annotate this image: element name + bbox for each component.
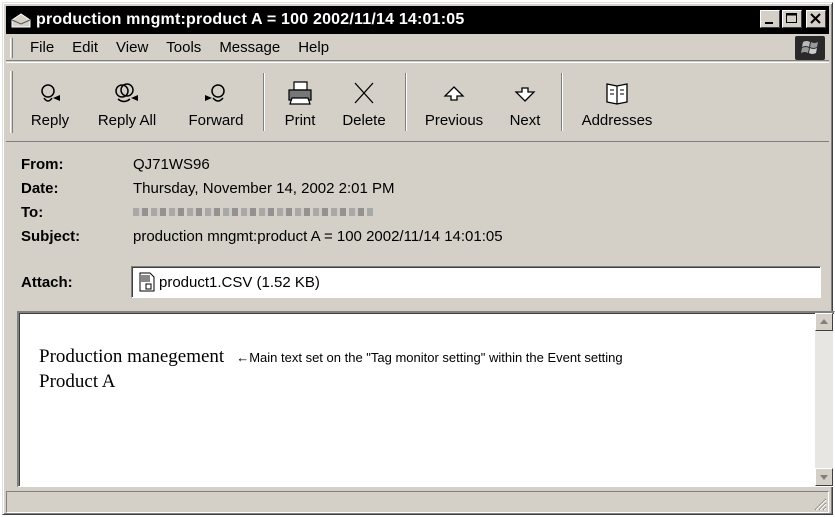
print-button[interactable]: Print — [271, 63, 329, 141]
body-line-1: Production manegement ←Main text set on t… — [39, 346, 623, 367]
toolbar-separator — [561, 73, 563, 131]
minimize-icon — [765, 22, 773, 24]
date-row: Date: Thursday, November 14, 2002 2:01 P… — [21, 177, 721, 199]
attachment-box[interactable]: product1.CSV (1.52 KB) — [131, 266, 821, 298]
delete-icon — [354, 82, 374, 104]
attachment-filename: product1.CSV (1.52 KB) — [159, 273, 320, 291]
subject-label: Subject: — [21, 227, 81, 245]
date-value: Thursday, November 14, 2002 2:01 PM — [133, 179, 395, 197]
next-button[interactable]: Next — [495, 63, 555, 141]
addresses-icon — [606, 83, 628, 105]
subject-row: Subject: production mngmt:product A = 10… — [21, 225, 721, 247]
subject-value: production mngmt:product A = 100 2002/11… — [133, 227, 503, 245]
next-icon — [514, 87, 536, 102]
menu-grip[interactable] — [10, 37, 13, 58]
to-row: To: — [21, 201, 721, 223]
menu-file[interactable]: File — [21, 39, 63, 56]
status-bar — [6, 491, 829, 513]
window-title: production mngmt:product A = 100 2002/11… — [36, 11, 465, 28]
status-pane — [6, 491, 829, 513]
windows-logo-icon — [795, 36, 825, 60]
title-bar[interactable]: production mngmt:product A = 100 2002/11… — [6, 6, 829, 34]
close-button[interactable] — [806, 10, 826, 28]
attachment-item[interactable]: product1.CSV (1.52 KB) — [138, 272, 320, 292]
csv-file-icon — [139, 272, 155, 292]
addresses-button[interactable]: Addresses — [569, 63, 665, 141]
mail-window: production mngmt:product A = 100 2002/11… — [2, 2, 835, 515]
reply-icon — [41, 84, 60, 102]
maximize-icon — [786, 13, 797, 23]
date-label: Date: — [21, 179, 59, 197]
attach-label: Attach: — [21, 273, 73, 291]
menu-edit[interactable]: Edit — [63, 39, 107, 56]
to-label: To: — [21, 203, 44, 221]
body-text: Production manegement ←Main text set on t… — [39, 345, 804, 394]
menu-view[interactable]: View — [107, 39, 157, 56]
from-value: QJ71WS96 — [133, 155, 210, 173]
delete-button[interactable]: Delete — [329, 63, 399, 141]
scroll-up-button[interactable] — [815, 313, 833, 331]
from-row: From: QJ71WS96 — [21, 153, 721, 175]
envelope-icon — [10, 11, 32, 29]
from-label: From: — [21, 155, 64, 173]
menu-message[interactable]: Message — [210, 39, 289, 56]
reply-all-button[interactable]: Reply All — [79, 63, 175, 141]
forward-button[interactable]: Forward — [175, 63, 257, 141]
print-icon — [288, 81, 312, 105]
toolbar-separator — [263, 73, 265, 131]
previous-button[interactable]: Previous — [413, 63, 495, 141]
annotation-note: ←Main text set on the "Tag monitor setti… — [236, 350, 623, 365]
maximize-button[interactable] — [782, 10, 802, 28]
minimize-button[interactable] — [760, 10, 780, 28]
scroll-up-arrow-icon — [820, 319, 828, 324]
previous-icon — [443, 86, 465, 101]
reply-button[interactable]: Reply — [21, 63, 79, 141]
reply-all-icon — [115, 83, 138, 103]
menu-bar: File Edit View Tools Message Help — [6, 35, 829, 61]
toolbar-separator — [405, 73, 407, 131]
attach-row: Attach: — [21, 271, 121, 293]
menu-tools[interactable]: Tools — [157, 39, 210, 56]
forward-icon — [205, 84, 225, 102]
message-header: From: QJ71WS96 Date: Thursday, November … — [21, 153, 821, 303]
toolbar: Reply Reply All Forward Print Delete Pre… — [6, 62, 829, 142]
to-value-redacted — [133, 208, 373, 216]
vertical-scrollbar[interactable] — [815, 313, 833, 486]
scroll-down-button[interactable] — [815, 468, 833, 486]
scroll-down-arrow-icon — [820, 475, 828, 480]
message-body[interactable]: Production manegement ←Main text set on t… — [17, 311, 835, 487]
body-line-2: Product A — [39, 371, 116, 392]
toolbar-grip[interactable] — [10, 71, 13, 133]
close-icon — [810, 13, 821, 24]
resize-grip-icon[interactable] — [811, 495, 827, 511]
menu-help[interactable]: Help — [289, 39, 338, 56]
